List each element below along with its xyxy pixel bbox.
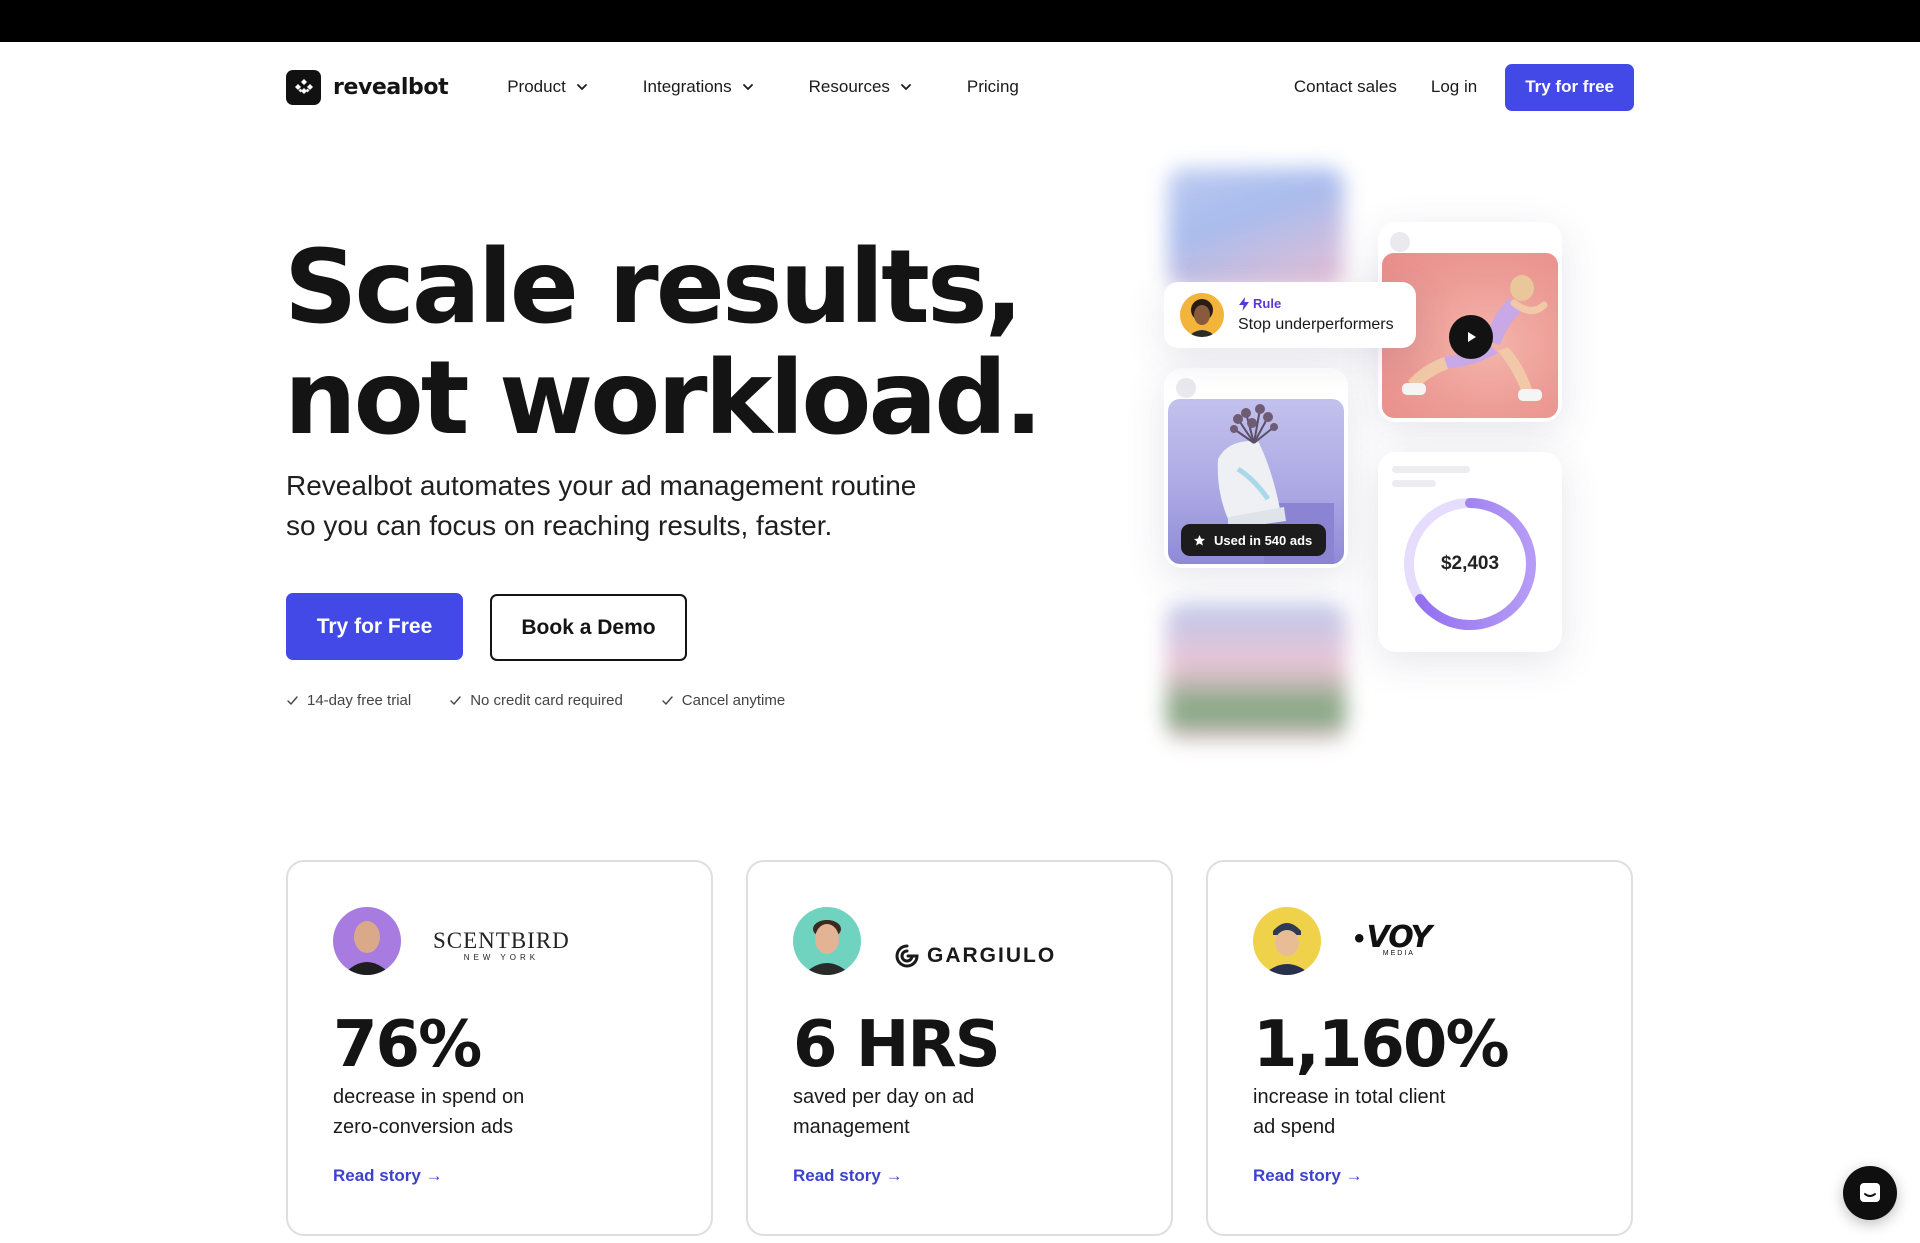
brand-subtext: MEDIA [1382, 950, 1415, 957]
try-for-free-button[interactable]: Try for Free [286, 593, 463, 660]
hero-subtitle-line-2: so you can focus on reaching results, fa… [286, 510, 833, 541]
placeholder-line [1392, 466, 1470, 473]
case-study-card-voy[interactable]: • VOY MEDIA 1,160% increase in total cli… [1206, 860, 1633, 1236]
rule-description: Stop underperformers [1238, 316, 1394, 333]
chevron-down-icon [742, 84, 753, 90]
voy-logo: • VOY MEDIA [1354, 922, 1433, 958]
stat-description: increase in total client ad spend [1253, 1082, 1553, 1142]
stat-description: saved per day on ad management [793, 1082, 1093, 1142]
logo-link[interactable]: revealbot [286, 69, 449, 105]
hero-subtitle: Revealbot automates your ad management r… [286, 466, 986, 546]
case-study-card-gargiulo[interactable]: GARGIULO 6 HRS saved per day on ad manag… [746, 860, 1173, 1236]
perk-label: 14-day free trial [307, 692, 412, 709]
shoe-ad-image: Used in 540 ads [1168, 399, 1344, 564]
avatar [1180, 293, 1224, 337]
menu-product-label: Product [507, 77, 566, 96]
browser-top-bar [0, 0, 1920, 42]
stat-value: 1,160% [1253, 1008, 1510, 1082]
gargiulo-logo: GARGIULO [893, 942, 1056, 970]
perk-item: No credit card required [449, 692, 623, 709]
placeholder-avatar [1176, 378, 1196, 398]
read-story-link[interactable]: Read story → [1253, 1166, 1363, 1186]
stat-description-line: zero-conversion ads [333, 1116, 514, 1138]
check-icon [662, 696, 673, 706]
book-demo-button[interactable]: Book a Demo [490, 594, 687, 661]
hero-subtitle-line-1: Revealbot automates your ad management r… [286, 470, 917, 501]
lightning-icon [1239, 296, 1249, 311]
donut-value: $2,403 [1440, 553, 1500, 574]
case-study-card-scentbird[interactable]: SCENTBIRD NEW YORK 76% decrease in spend… [286, 860, 713, 1236]
menu-product[interactable]: Product [507, 77, 589, 97]
stat-value: 76% [333, 1008, 482, 1082]
perk-label: No credit card required [470, 692, 623, 709]
hero-title-line-2: not workload. [284, 339, 1043, 458]
avatar [333, 907, 401, 975]
perk-label: Cancel anytime [681, 692, 786, 709]
try-for-free-nav-button[interactable]: Try for free [1505, 63, 1634, 111]
chevron-down-icon [576, 84, 587, 90]
nav-actions: Contact sales Log in Try for free [1260, 63, 1634, 111]
brand-name: SCENTBIRD [433, 928, 570, 953]
scentbird-logo: SCENTBIRD NEW YORK [433, 928, 570, 962]
stat-description-line: increase in total client [1253, 1086, 1446, 1108]
check-icon [287, 696, 298, 706]
menu-pricing[interactable]: Pricing [967, 77, 1019, 97]
chat-icon [1860, 1183, 1880, 1202]
play-icon [1468, 332, 1476, 342]
top-navigation: revealbot Product Integrations Resources… [286, 63, 1634, 111]
avatar [793, 907, 861, 975]
chevron-down-icon [901, 84, 911, 90]
gargiulo-mark-icon [895, 944, 919, 968]
chat-launcher-button[interactable] [1843, 1166, 1897, 1220]
usage-badge-label: Used in 540 ads [1214, 532, 1313, 548]
play-button[interactable] [1449, 315, 1493, 359]
menu-resources-label: Resources [808, 77, 890, 96]
shoe-ad-card: Used in 540 ads [1164, 368, 1348, 568]
blurred-ad-preview [1166, 604, 1346, 740]
star-icon [1194, 534, 1205, 545]
revealbot-logo-icon [286, 69, 321, 105]
menu-integrations[interactable]: Integrations [643, 77, 755, 97]
hero-title: Scale results, not workload. [284, 232, 1044, 454]
rule-tag: Rule [1238, 296, 1281, 311]
menu-resources[interactable]: Resources [809, 77, 913, 97]
main-menu: Product Integrations Resources Pricing [507, 77, 1073, 97]
spend-donut-card: $2,403 [1378, 452, 1562, 652]
perk-item: Cancel anytime [661, 692, 785, 709]
logo-text: revealbot [333, 74, 449, 100]
usage-badge: Used in 540 ads [1181, 524, 1327, 556]
read-story-link[interactable]: Read story → [793, 1166, 903, 1186]
hero-title-line-1: Scale results, [284, 228, 1023, 347]
rule-notification-card: Rule Stop underperformers [1164, 282, 1416, 348]
voy-wordmark: VOY MEDIA [1367, 922, 1433, 958]
voy-dot-icon: • [1354, 922, 1365, 955]
rule-tag-label: Rule [1253, 296, 1282, 311]
contact-sales-link[interactable]: Contact sales [1294, 77, 1397, 97]
stat-description-line: decrease in spend on [333, 1086, 525, 1108]
menu-pricing-label: Pricing [966, 77, 1019, 96]
placeholder-avatar [1390, 232, 1410, 252]
check-icon [450, 696, 461, 706]
perk-item: 14-day free trial [286, 692, 411, 709]
menu-integrations-label: Integrations [642, 77, 732, 96]
avatar [1253, 907, 1321, 975]
hero-perks: 14-day free trial No credit card require… [286, 692, 823, 709]
stat-description-line: management [793, 1116, 910, 1138]
stat-value: 6 HRS [793, 1008, 1001, 1082]
blurred-ad-preview [1168, 168, 1344, 288]
brand-name: GARGIULO [927, 944, 1057, 967]
stat-description: decrease in spend on zero-conversion ads [333, 1082, 633, 1142]
stat-description-line: ad spend [1253, 1116, 1336, 1138]
placeholder-line [1392, 480, 1436, 487]
login-link[interactable]: Log in [1431, 77, 1477, 97]
read-story-link[interactable]: Read story → [333, 1166, 443, 1186]
brand-subtext: NEW YORK [463, 953, 540, 962]
stat-description-line: saved per day on ad [793, 1086, 975, 1108]
